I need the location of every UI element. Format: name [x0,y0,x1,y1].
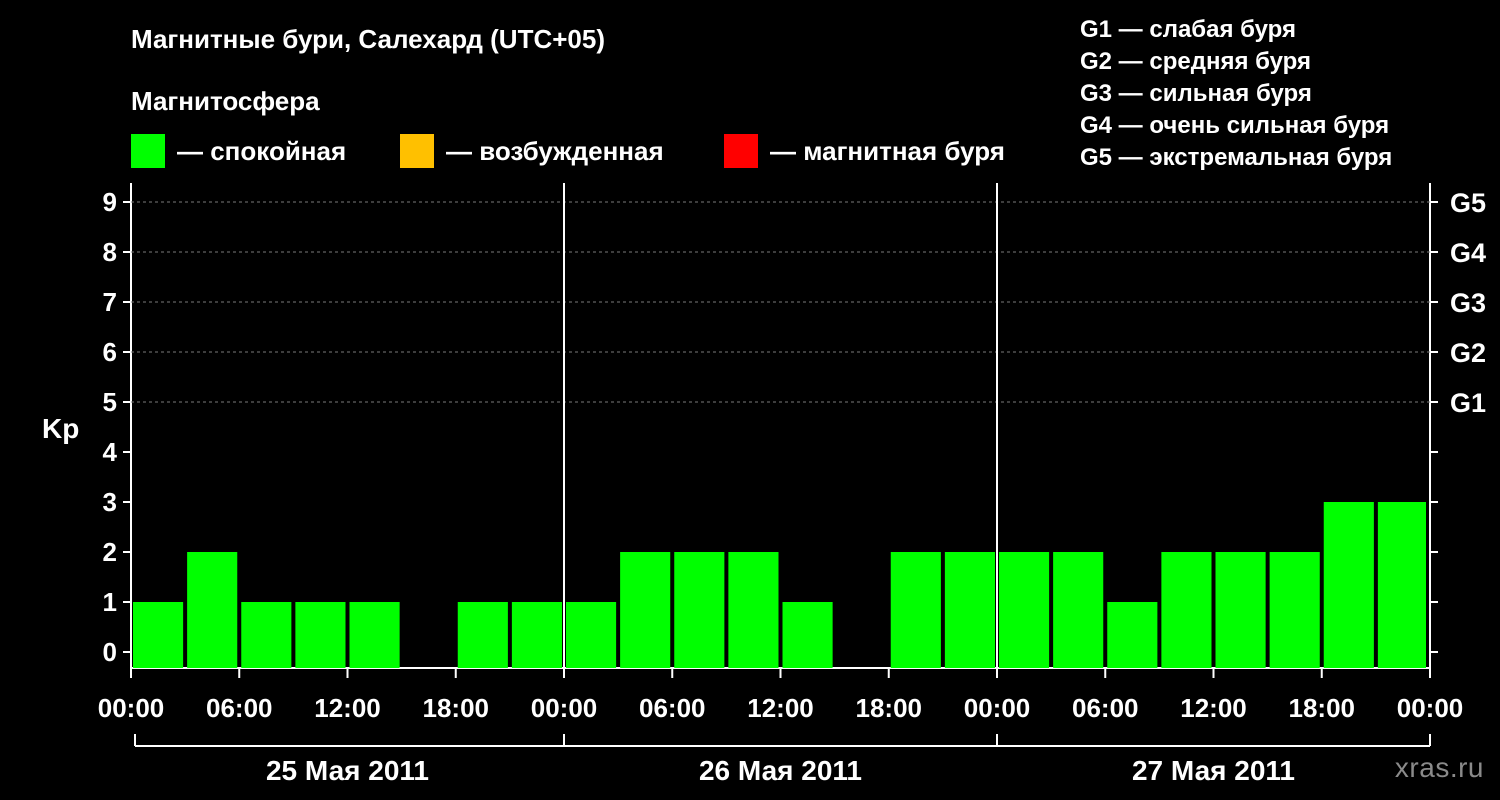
kp-bar [728,552,779,668]
g-level-label: G3 [1450,288,1486,318]
x-tick-label: 00:00 [964,693,1031,723]
kp-bar [1161,552,1212,668]
y-tick-label: 8 [103,237,117,267]
kp-bar [620,552,671,668]
day-label: 27 Мая 2011 [1132,755,1295,786]
x-tick-label: 12:00 [314,693,381,723]
g-level-label: G5 [1450,188,1486,218]
y-tick-label: 4 [103,437,118,467]
g-level-label: G4 [1450,238,1486,268]
day-label: 26 Мая 2011 [699,755,862,786]
y-tick-label: 6 [103,337,117,367]
kp-bar-chart: 0 1 2 3 4 5 6 7 8 9 G1 G2 G3 G4 G5 Kp 00:00 06:00 12:00 18:… [42,183,1486,786]
y-tick-label: 5 [103,387,117,417]
x-tick-label: 00:00 [531,693,598,723]
kp-bar [566,602,617,668]
kp-bar [999,552,1050,668]
kp-bar [944,552,995,668]
kp-bar [349,602,400,668]
kp-bar [782,602,833,668]
g-level-label: G1 [1450,388,1486,418]
x-tick-label: 00:00 [1397,693,1464,723]
watermark: xras.ru [1394,752,1484,783]
x-tick-label: 12:00 [747,693,814,723]
x-tick-label: 18:00 [856,693,923,723]
y-axis-label: Kp [42,413,79,444]
kp-bar [1107,602,1158,668]
kp-bar [457,602,508,668]
kp-bar [1323,502,1374,668]
y-tick-label: 3 [103,487,117,517]
x-tick-label: 18:00 [1289,693,1356,723]
kp-bar [1053,552,1104,668]
kp-bar [241,602,292,668]
x-tick-label: 06:00 [206,693,273,723]
kp-bar [511,602,562,668]
y-tick-label: 9 [103,187,117,217]
y-tick-label: 1 [103,587,117,617]
day-label: 25 Мая 2011 [266,755,429,786]
kp-bar [674,552,725,668]
kp-bar [1377,502,1426,668]
kp-bar [1215,552,1266,668]
g-level-label: G2 [1450,338,1486,368]
kp-bar [187,552,238,668]
kp-bar [295,602,346,668]
x-tick-label: 12:00 [1180,693,1247,723]
x-tick-label: 18:00 [423,693,490,723]
kp-bar [133,602,184,668]
kp-bar [1269,552,1320,668]
y-tick-label: 0 [103,637,117,667]
x-tick-label: 06:00 [1072,693,1139,723]
x-tick-label: 00:00 [98,693,165,723]
y-tick-label: 7 [103,287,117,317]
kp-bar [890,552,941,668]
x-tick-label: 06:00 [639,693,706,723]
y-tick-label: 2 [103,537,117,567]
